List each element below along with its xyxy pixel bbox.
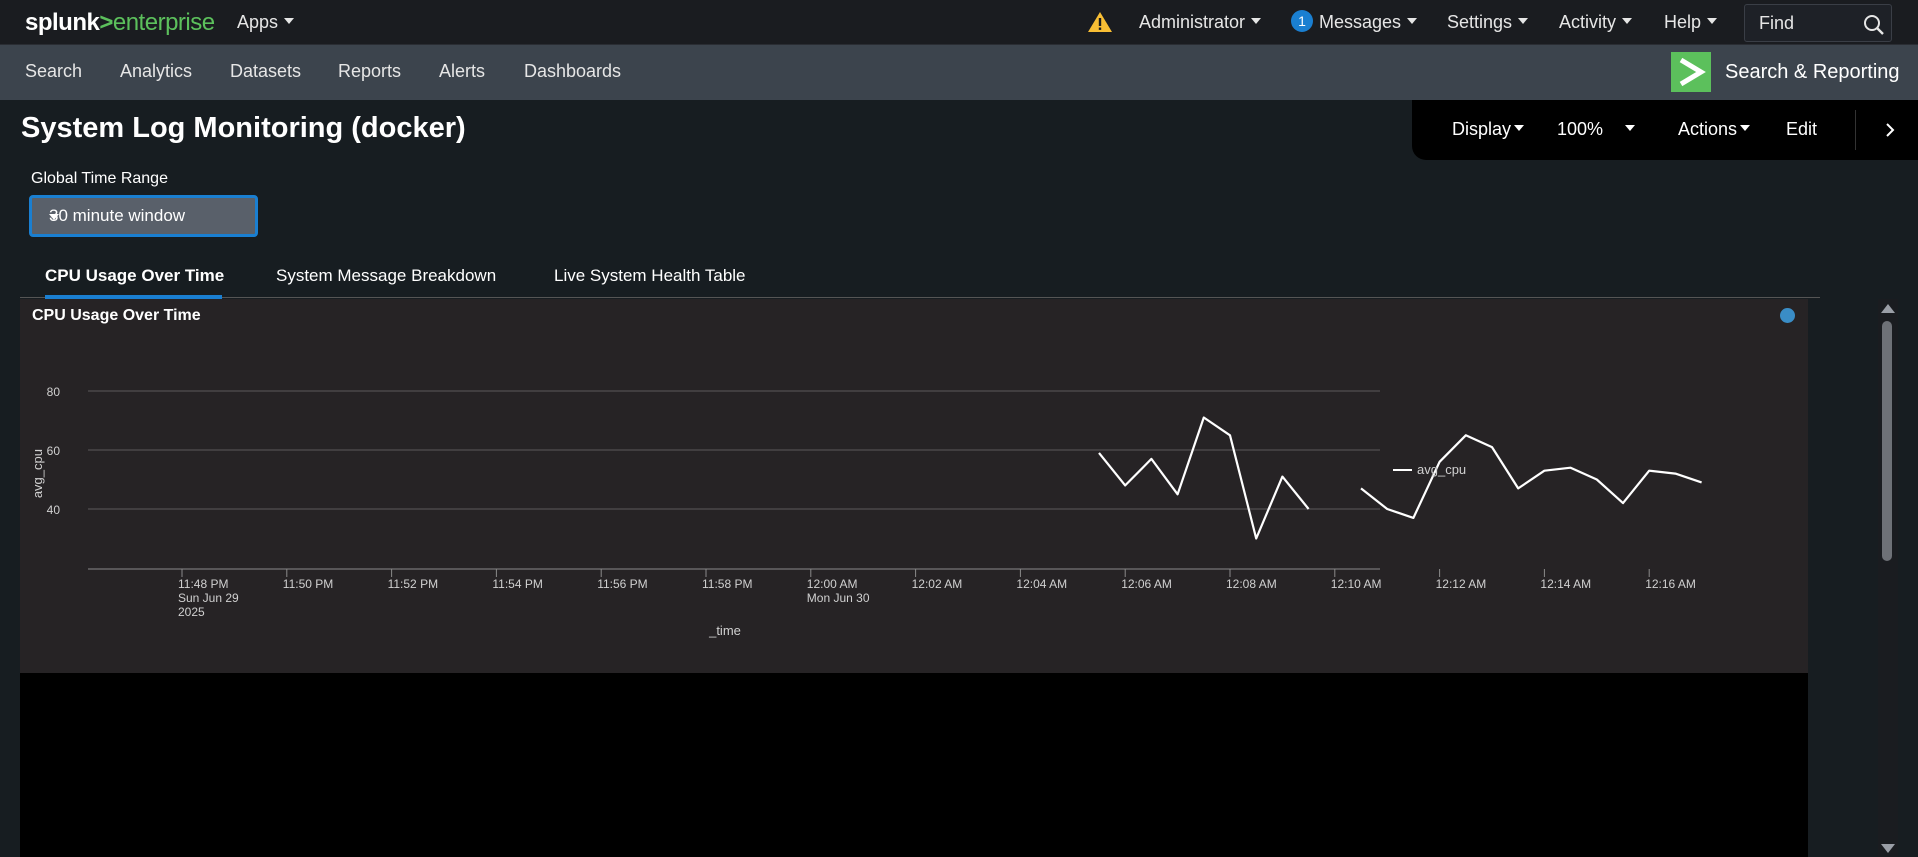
messages-menu[interactable]: 1 Messages bbox=[1291, 0, 1418, 45]
time-range-dropdown[interactable]: 30 minute window bbox=[29, 195, 258, 237]
tab-cpu-usage[interactable]: CPU Usage Over Time bbox=[45, 266, 224, 286]
chevron-down-icon bbox=[1518, 18, 1529, 25]
x-tick-label: Sun Jun 29 bbox=[178, 591, 239, 605]
legend-label: avg_cpu bbox=[1417, 462, 1466, 477]
x-tick-label: 11:58 PM bbox=[702, 577, 752, 591]
chevron-down-icon bbox=[284, 18, 295, 25]
administrator-menu[interactable]: Administrator bbox=[1139, 0, 1262, 45]
x-tick-label: 11:52 PM bbox=[388, 577, 438, 591]
tab-system-message-breakdown[interactable]: System Message Breakdown bbox=[276, 266, 496, 286]
activity-label: Activity bbox=[1559, 12, 1617, 32]
actions-label: Actions bbox=[1678, 119, 1738, 139]
panel-tabs: CPU Usage Over Time System Message Break… bbox=[20, 260, 1820, 299]
x-tick-label: 12:12 AM bbox=[1436, 577, 1487, 591]
display-menu[interactable]: Display bbox=[1452, 100, 1525, 158]
chart-panel: CPU Usage Over Time 40 60 80 11:48 PM Sun Ju… bbox=[20, 299, 1808, 673]
app-nav-datasets[interactable]: Datasets bbox=[230, 45, 301, 100]
x-tick-label: 12:10 AM bbox=[1331, 577, 1382, 591]
empty-content-area bbox=[20, 673, 1808, 857]
search-reporting-app-icon[interactable] bbox=[1671, 52, 1711, 92]
dashboard-area: System Log Monitoring (docker) Display 1… bbox=[0, 100, 1918, 857]
app-name[interactable]: Search & Reporting bbox=[1725, 45, 1900, 100]
x-tick-label: 11:54 PM bbox=[492, 577, 542, 591]
chevron-down-icon bbox=[49, 214, 59, 220]
x-tick-label: 12:06 AM bbox=[1121, 577, 1172, 591]
app-nav-analytics[interactable]: Analytics bbox=[120, 45, 192, 100]
find-search-input[interactable]: Find bbox=[1744, 4, 1892, 42]
apps-menu[interactable]: Apps bbox=[237, 0, 295, 45]
vertical-scrollbar[interactable] bbox=[1878, 299, 1898, 857]
app-nav-alerts[interactable]: Alerts bbox=[439, 45, 485, 100]
app-nav-dashboards[interactable]: Dashboards bbox=[524, 45, 621, 100]
search-icon[interactable] bbox=[1863, 14, 1885, 36]
warning-icon[interactable] bbox=[1087, 11, 1113, 33]
scroll-down-arrow-icon[interactable] bbox=[1881, 844, 1895, 853]
app-nav-search[interactable]: Search bbox=[25, 45, 82, 100]
toolbar-divider bbox=[1855, 110, 1856, 150]
apps-menu-label: Apps bbox=[237, 12, 279, 32]
chevron-down-icon bbox=[1514, 125, 1525, 132]
scroll-up-arrow-icon[interactable] bbox=[1881, 304, 1895, 313]
dashboard-title: System Log Monitoring (docker) bbox=[21, 112, 466, 144]
logo-enterprise-text: enterprise bbox=[112, 9, 215, 36]
x-tick-label: 12:14 AM bbox=[1540, 577, 1591, 591]
time-range-value: 30 minute window bbox=[49, 206, 186, 225]
tab-live-system-health[interactable]: Live System Health Table bbox=[554, 266, 746, 286]
series-line-avg_cpu bbox=[1098, 416, 1310, 540]
cpu-line-chart: 40 60 80 11:48 PMSun Jun 292025 11:50 PM 11:5… bbox=[30, 385, 1702, 638]
app-nav-reports[interactable]: Reports bbox=[338, 45, 401, 100]
logo-splunk-text: splunk bbox=[25, 9, 100, 36]
y-tick-label: 60 bbox=[47, 444, 61, 458]
display-label: Display bbox=[1452, 119, 1512, 139]
administrator-label: Administrator bbox=[1139, 12, 1246, 32]
panel-gutter bbox=[1808, 299, 1820, 857]
x-tick-label: 12:00 AM bbox=[807, 577, 858, 591]
x-tick-label: 12:04 AM bbox=[1016, 577, 1067, 591]
chevron-down-icon bbox=[1740, 125, 1751, 132]
y-tick-label: 40 bbox=[47, 503, 61, 517]
x-tick-label: 11:56 PM bbox=[597, 577, 647, 591]
messages-count-badge: 1 bbox=[1291, 10, 1313, 33]
dashboard-toolbar: Display 100% Actions Edit bbox=[1412, 100, 1918, 160]
find-placeholder: Find bbox=[1759, 13, 1795, 33]
edit-button[interactable]: Edit bbox=[1786, 100, 1817, 158]
zoom-value: 100% bbox=[1557, 119, 1604, 139]
x-tick-label: 12:02 AM bbox=[912, 577, 963, 591]
series-line-avg_cpu bbox=[1360, 434, 1702, 519]
activity-menu[interactable]: Activity bbox=[1559, 0, 1633, 45]
chevron-down-icon bbox=[1251, 18, 1262, 25]
logo-chevron-text: > bbox=[99, 9, 113, 36]
scrollbar-thumb[interactable] bbox=[1882, 321, 1892, 561]
y-axis-label: avg_cpu bbox=[30, 449, 45, 498]
chevron-down-icon bbox=[1707, 18, 1718, 25]
x-tick-label: 11:50 PM bbox=[283, 577, 333, 591]
chevron-right-icon[interactable] bbox=[1884, 122, 1896, 138]
x-axis-label: _time bbox=[708, 623, 741, 638]
chevron-down-icon bbox=[1625, 125, 1636, 132]
top-navigation-bar: splunk>enterprise Apps Administrator 1 Me… bbox=[0, 0, 1918, 45]
x-tick-label: 12:08 AM bbox=[1226, 577, 1277, 591]
messages-label: Messages bbox=[1319, 12, 1402, 32]
chevron-down-icon bbox=[1407, 18, 1418, 25]
zoom-select[interactable]: 100% bbox=[1557, 100, 1636, 158]
x-tick-label: Mon Jun 30 bbox=[807, 591, 870, 605]
help-label: Help bbox=[1664, 12, 1702, 32]
app-navigation-bar: Search Analytics Datasets Reports Alerts… bbox=[0, 45, 1918, 100]
y-tick-label: 80 bbox=[47, 385, 61, 399]
x-tick-label: 12:16 AM bbox=[1645, 577, 1696, 591]
splunk-enterprise-logo[interactable]: splunk>enterprise bbox=[25, 9, 215, 37]
x-tick-label: 2025 bbox=[178, 605, 205, 619]
settings-label: Settings bbox=[1447, 12, 1513, 32]
chevron-down-icon bbox=[1622, 18, 1633, 25]
settings-menu[interactable]: Settings bbox=[1447, 0, 1529, 45]
time-range-label: Global Time Range bbox=[31, 170, 168, 187]
x-tick-label: 11:48 PM bbox=[178, 577, 228, 591]
actions-menu[interactable]: Actions bbox=[1678, 100, 1751, 158]
help-menu[interactable]: Help bbox=[1664, 0, 1718, 45]
